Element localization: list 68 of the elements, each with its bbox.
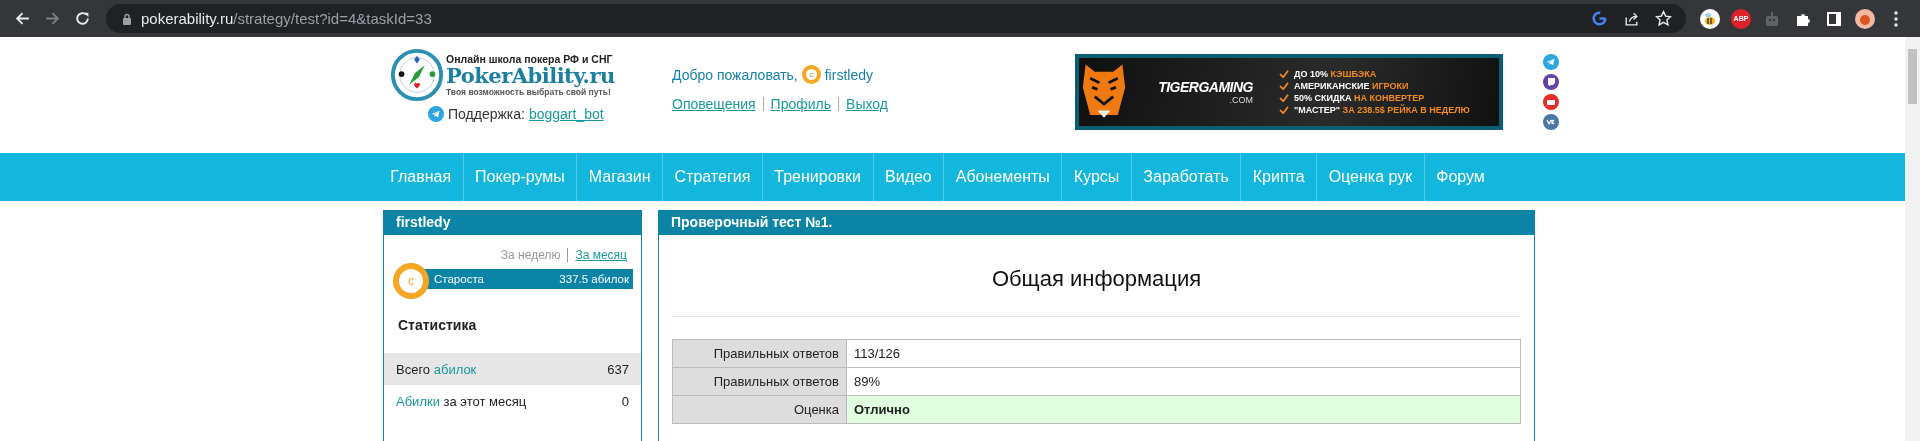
banner-offer-text: АМЕРИКАНСКИЕ ИГРОКИ [1294,81,1409,91]
scrollbar-thumb[interactable] [1908,49,1917,104]
banner-brand-suffix: .COM [1229,95,1253,105]
account-link[interactable]: Профиль [770,96,832,112]
google-icon[interactable] [1591,10,1608,27]
address-bar[interactable]: pokerability.ru/strategy/test?id=4&taskId=33 [106,4,1686,33]
logo-tagline: Онлайн школа покера РФ и СНГ [446,53,614,65]
lock-icon[interactable] [122,12,132,25]
nav-link[interactable]: Стратегия [662,153,762,201]
period-tab[interactable]: За неделю [500,248,561,262]
welcome-text: Добро пожаловать, [672,66,798,83]
stats-row[interactable]: Всего абилок 637 [384,353,641,385]
account-link[interactable]: Выход [846,96,888,112]
support-label: Поддержка: [448,106,525,122]
account-link[interactable]: Оповещения [672,96,756,112]
rank-points: 337.5 абилок [559,273,629,285]
panel-title: firstledy [384,210,641,235]
youtube-icon[interactable] [1543,94,1559,110]
nav-link[interactable]: Крипта [1240,153,1317,201]
twitch-icon[interactable] [1543,74,1559,90]
nav-link[interactable]: Оценка рук [1316,153,1424,201]
banner-brand: TIGERGAMING [1158,79,1253,95]
logo-wordmark[interactable]: PokerAbility.ru [446,65,615,87]
table-cell: Правильных ответов [672,339,847,368]
stats-row[interactable]: Абилки за этот месяц 0 [384,385,641,417]
stats-value: 0 [621,393,629,409]
nav-link[interactable]: Видео [872,153,944,201]
back-icon[interactable] [14,10,31,27]
section-heading: Общая информация [990,265,1203,293]
banner-offer-text: ДО 10% КЭШБЭКА [1294,69,1377,79]
scrollbar[interactable] [1905,37,1920,441]
profile-avatar[interactable] [1855,8,1875,29]
table-cell: 89% [846,367,1521,396]
reload-icon[interactable] [74,10,91,27]
bee-extension-icon[interactable] [1700,8,1720,29]
nav-link[interactable]: Покер-румы [462,153,577,201]
period-tab[interactable]: За месяц [575,248,627,262]
table-cell: 113/126 [846,339,1521,368]
nav-link[interactable]: Магазин [576,153,662,201]
stats-heading: Статистика [397,316,478,335]
rank-name: Староста [434,273,484,285]
nav-link[interactable]: Курсы [1061,153,1131,201]
star-icon[interactable] [1655,10,1672,27]
support-bot-link[interactable]: boggart_bot [528,106,604,122]
banner-offer-text: 50% СКИДКА НА КОНВЕРТЕР [1294,93,1425,103]
rank-chip: c [801,65,821,84]
logo-slogan: Твоя возможность выбрать свой путь! [446,87,611,97]
vk-icon[interactable] [1543,114,1559,130]
nav-link[interactable]: Заработать [1130,153,1241,201]
compass-logo-icon[interactable] [390,48,444,102]
table-cell: Правильных ответов [672,367,847,396]
share-icon[interactable] [1623,10,1640,27]
nav-link[interactable]: Тренировки [761,153,873,201]
advert-banner[interactable]: TIGERGAMING .COM ДО 10% КЭШБЭКА АМЕРИКАНСКИЕ ИГРОКИ 50% СКИДКА НА КОНВЕРТЕР "МАСТЕР" ЗА 238.5$ РЕЙКА В НЕДЕЛЮ [1075,54,1503,130]
rank-badge: c [393,263,429,299]
panel-title: Проверочный тест №1. [659,210,1534,235]
stats-label: Всего абилок [396,361,477,377]
nav-link[interactable]: Форум [1423,153,1497,201]
table-cell: Отлично [846,395,1521,424]
username-link[interactable]: firstledy [824,66,873,83]
table-cell: Оценка [672,395,847,424]
telegram-icon [428,106,444,122]
stats-value: 637 [607,361,629,377]
stats-label: Абилки за этот месяц [396,393,527,409]
nav-link[interactable]: Главная [378,153,463,201]
forward-icon[interactable] [44,10,61,27]
banner-offer-text: "МАСТЕР" ЗА 238.5$ РЕЙКА В НЕДЕЛЮ [1294,105,1470,115]
nav-link[interactable]: Абонементы [943,153,1062,201]
